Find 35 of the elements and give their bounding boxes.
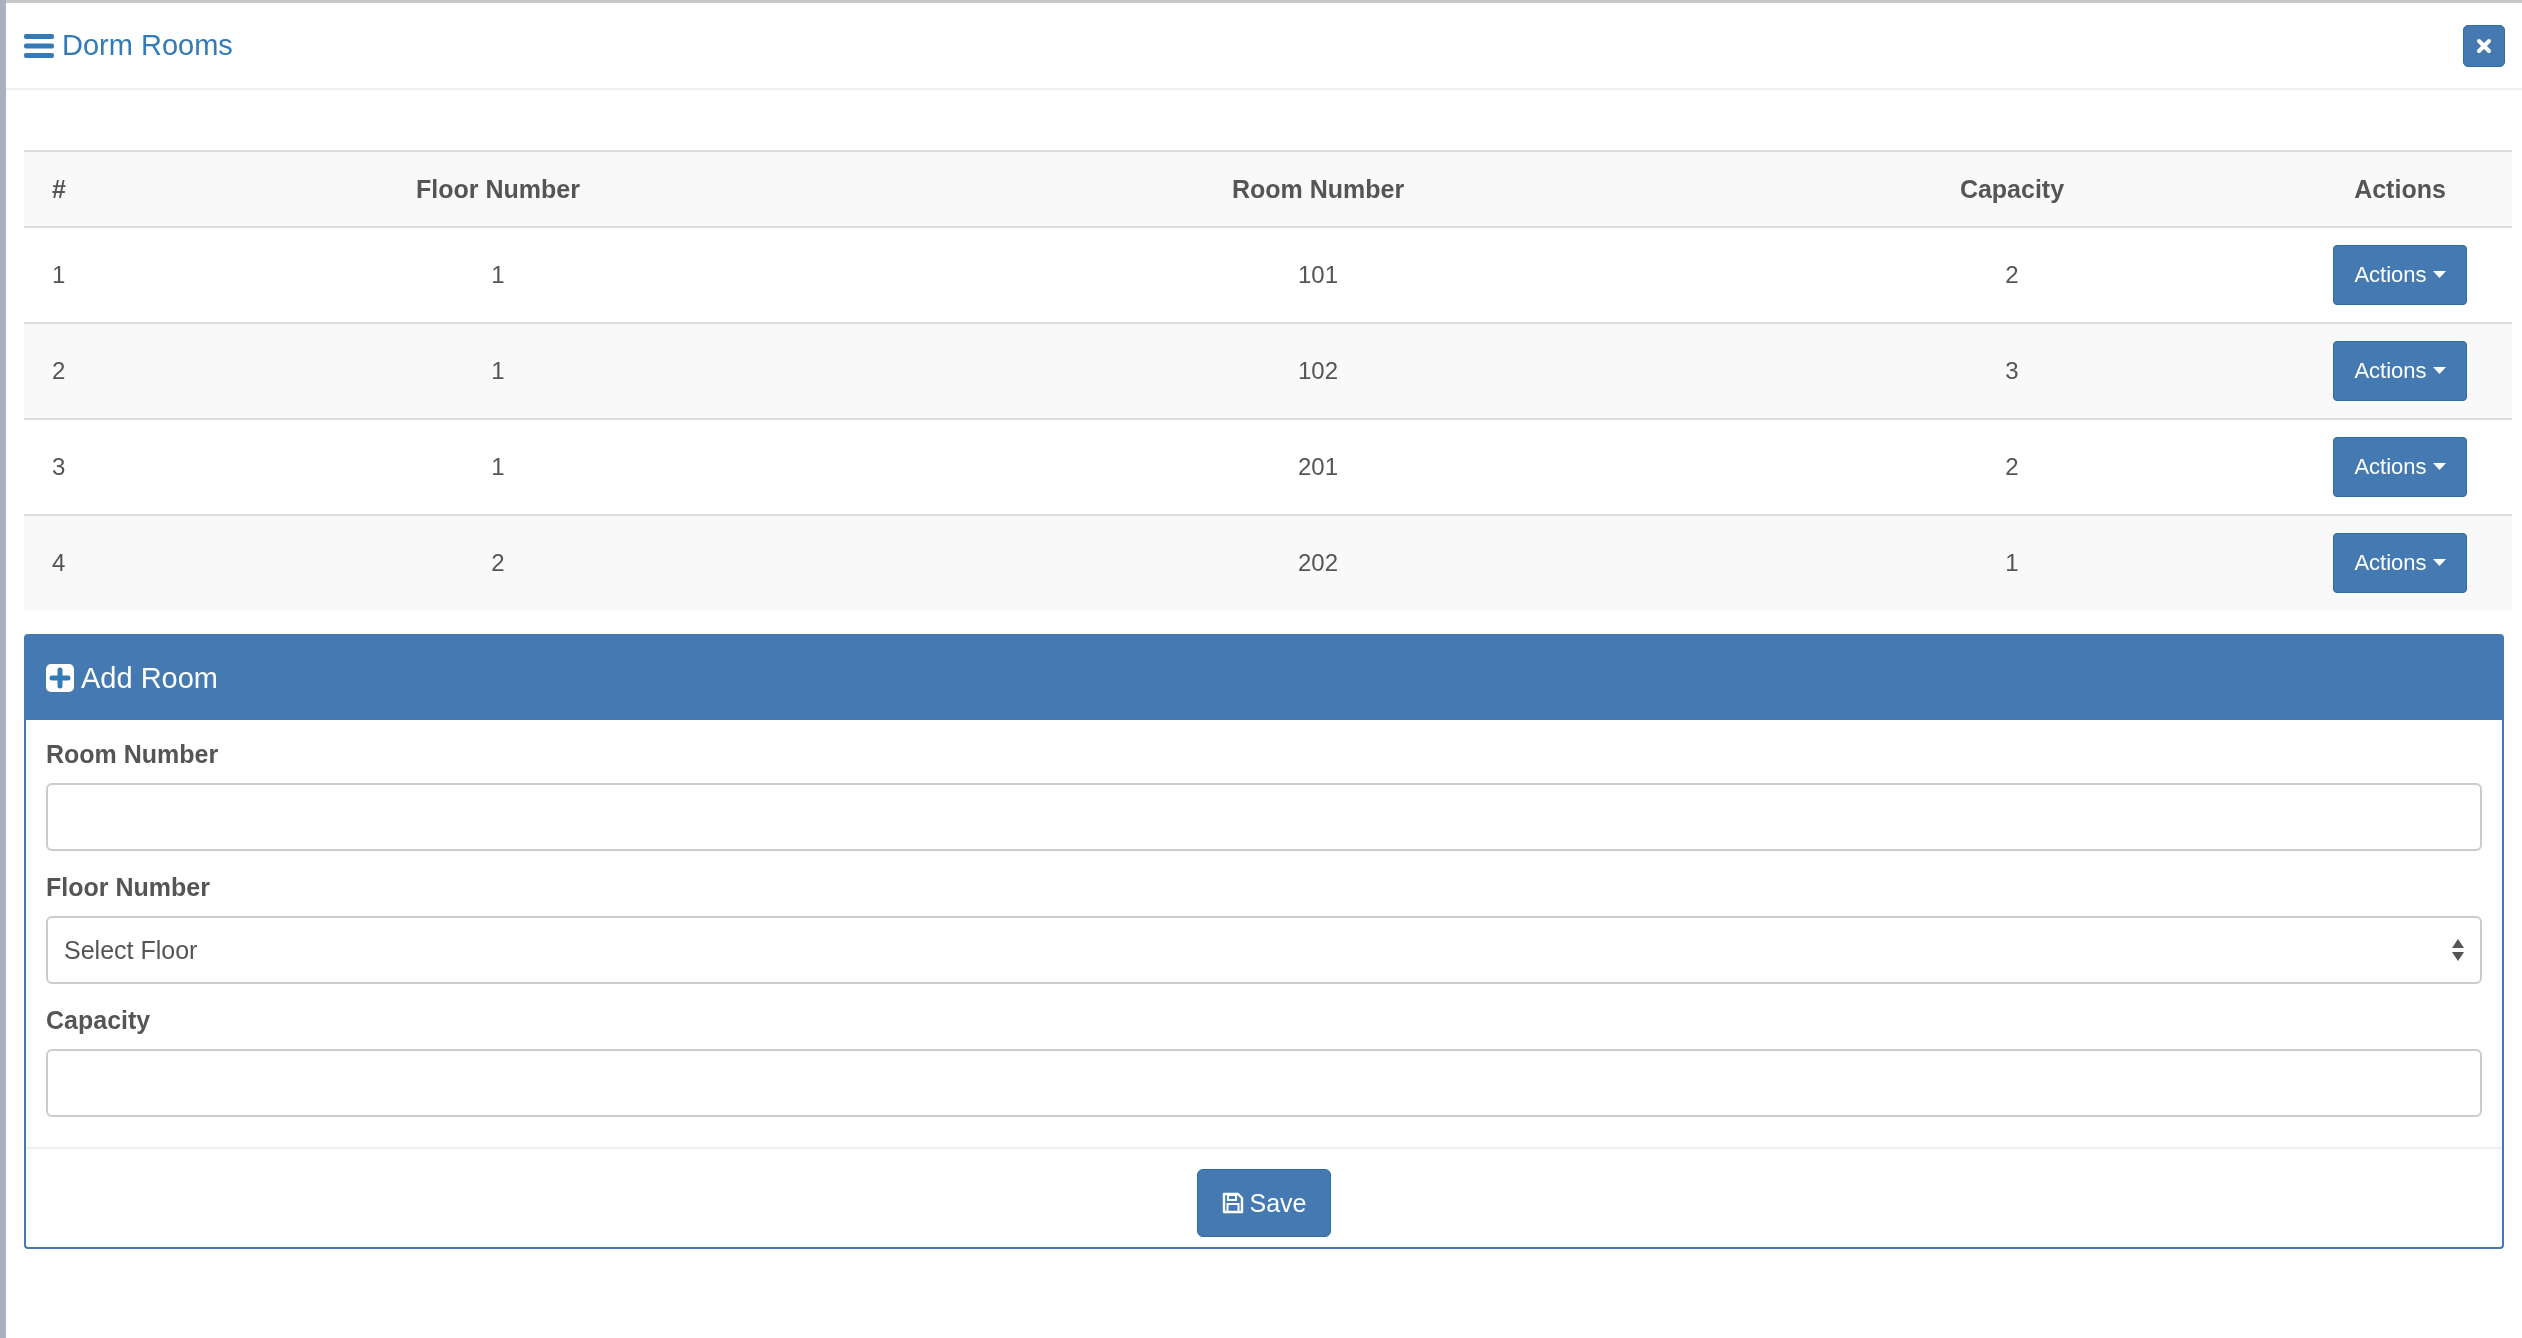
select-field[interactable]: Select Floor <box>46 916 2482 984</box>
menu-icon <box>24 32 54 59</box>
actions-dropdown-button[interactable]: Actions <box>2333 533 2467 593</box>
caret-icon <box>2432 559 2446 567</box>
input-field[interactable] <box>46 1049 2482 1117</box>
actions-dropdown-button[interactable]: Actions <box>2333 245 2467 305</box>
actions-dropdown-button[interactable]: Actions <box>2333 437 2467 497</box>
table-cell: 4 <box>24 515 96 610</box>
table-cell: 202 <box>900 515 1736 610</box>
column-header: Floor Number <box>96 151 900 227</box>
caret-icon <box>2432 367 2446 375</box>
actions-dropdown-button[interactable]: Actions <box>2333 341 2467 401</box>
column-header: # <box>24 151 96 227</box>
table-cell: 2 <box>96 515 900 610</box>
table-cell: 102 <box>900 323 1736 419</box>
caret-icon <box>2432 271 2446 279</box>
field-label: Room Number <box>46 740 220 769</box>
save-button[interactable]: Save <box>1196 1169 1332 1237</box>
plus-square-icon <box>46 664 74 692</box>
modal-title: Dorm Rooms <box>62 29 233 62</box>
table-cell: 3 <box>1736 323 2288 419</box>
field-label: Floor Number <box>46 873 211 902</box>
table-cell: 1 <box>96 323 900 419</box>
column-header: Actions <box>2288 151 2512 227</box>
field-label: Capacity <box>46 1006 152 1035</box>
table-cell: 1 <box>1736 515 2288 610</box>
caret-icon <box>2432 463 2446 471</box>
panel-title: Add Room <box>81 661 218 695</box>
column-header: Capacity <box>1736 151 2288 227</box>
column-header: Room Number <box>900 151 1736 227</box>
close-button[interactable] <box>2463 24 2505 67</box>
table-cell: 2 <box>24 323 96 419</box>
sort-arrows-icon <box>2452 939 2464 961</box>
input-field[interactable] <box>46 783 2482 851</box>
close-icon <box>2476 37 2492 54</box>
